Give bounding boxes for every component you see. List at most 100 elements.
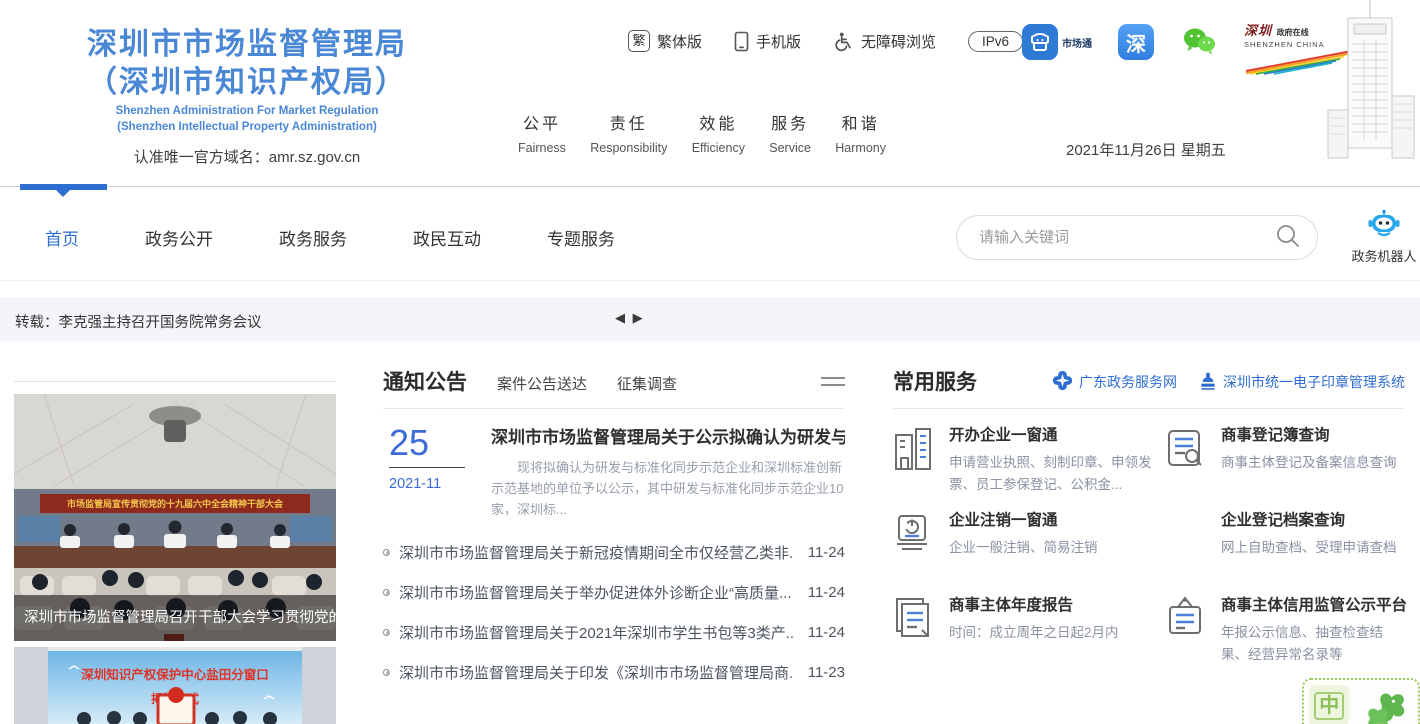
service-text: 开办企业一窗通 申请营业执照、刻制印章、申领发票、员工参保登记、公积金...: [949, 423, 1165, 496]
ticker-headline[interactable]: 转载：李克强主持召开国务院常务会议: [15, 311, 262, 332]
featured-summary: 现将拟确认为研发与标准化同步示范企业和深圳标准创新示范基地的单位予以公示，其中研…: [491, 457, 845, 520]
accessibility-label: 无障碍浏览: [861, 31, 936, 52]
service-deregistration[interactable]: 企业注销一窗通 企业一般注销、简易注销: [893, 508, 1165, 593]
e-seal-system-link[interactable]: 深圳市统一电子印章管理系统: [1199, 371, 1405, 393]
carousel-caption: 深圳市市场监督管理局召开干部大会学习贯彻党的十...: [14, 595, 336, 641]
shichangtong-app-link[interactable]: 市场通: [1022, 24, 1092, 60]
featured-body: 深圳市市场监督管理局关于公示拟确认为研发与标... 现将拟确认为研发与标准化同步…: [491, 423, 845, 520]
mobile-icon: [734, 31, 749, 52]
unveiling-photo-image: 深圳知识产权保护中心盐田分窗口 揭牌仪式: [14, 647, 336, 724]
org-title-line2: （深圳市知识产权局）: [24, 64, 470, 102]
bullet-icon: [383, 629, 390, 636]
ipv6-badge: IPv6: [968, 31, 1023, 52]
clover-leaves-icon: [1353, 685, 1413, 724]
wechat-icon: [1180, 24, 1218, 60]
services-divider: [893, 408, 1405, 409]
notice-list: 深圳市市场监督管理局关于新冠疫情期间全市仅经营乙类非... 11-24 深圳市市…: [383, 532, 845, 692]
shichangtong-app-icon: [1022, 24, 1058, 60]
power-icon: [893, 510, 933, 558]
services-links: 广东政务服务网 深圳市统一电子印章管理系统: [1052, 370, 1405, 396]
nav-items: 首页 政务公开 政务服务 政民互动 专题服务: [45, 225, 615, 250]
notices-tabs: 案件公告送达 征集调查: [497, 373, 677, 396]
traditional-chinese-icon: 繁: [628, 30, 650, 52]
nav-item-gov-services[interactable]: 政务服务: [279, 225, 347, 250]
featured-day: 25: [389, 423, 467, 463]
notice-list-item[interactable]: 深圳市市场监督管理局关于新冠疫情期间全市仅经营乙类非... 11-24: [383, 532, 845, 572]
current-date: 2021年11月26日 星期五: [1066, 139, 1226, 160]
mobile-version-label: 手机版: [756, 31, 801, 52]
nav-item-interaction[interactable]: 政民互动: [413, 225, 481, 250]
nav-item-home[interactable]: 首页: [45, 225, 79, 250]
ticker-prev-icon[interactable]: ◀: [615, 310, 627, 325]
ishenzhen-app-link[interactable]: 深: [1118, 24, 1154, 60]
notice-list-item[interactable]: 深圳市市场监督管理局关于举办促进体外诊断企业“高质量... 11-24: [383, 572, 845, 612]
notices-section: 通知公告 案件公告送达 征集调查 25 2021-11 深圳市市场监督管理局关于…: [383, 366, 845, 692]
org-subtitle-line2: (Shenzhen Intellectual Property Administ…: [24, 120, 470, 134]
flower-icon: [1052, 370, 1073, 394]
zhong-glyph: 中: [1314, 692, 1344, 720]
notice-list-item[interactable]: 深圳市市场监督管理局关于2021年深圳市学生书包等3类产... 11-24: [383, 612, 845, 652]
ipv6-link[interactable]: IPv6: [968, 31, 1023, 52]
service-text: 企业注销一窗通 企业一般注销、简易注销: [949, 508, 1098, 559]
photo-carousel: 市场监管局宣传贯彻党的十九届六中全会精神干部大会: [14, 381, 336, 724]
value-efficiency: 效能 Efficiency: [692, 110, 745, 155]
service-credit-platform[interactable]: 商事主体信用监管公示平台 年报公示信息、抽查检查结果、经营异常名录等: [1165, 593, 1405, 678]
service-open-business[interactable]: 开办企业一窗通 申请营业执照、刻制印章、申领发票、员工参保登记、公积金...: [893, 423, 1165, 508]
gov-robot-link[interactable]: 政务机器人: [1348, 209, 1420, 265]
gov-robot-label: 政务机器人: [1348, 246, 1420, 265]
ticker-controls: ◀ ▶: [615, 310, 645, 326]
papers-icon: [893, 595, 933, 643]
featured-notice[interactable]: 25 2021-11 深圳市市场监督管理局关于公示拟确认为研发与标... 现将拟…: [383, 423, 845, 520]
seal-icon: [1199, 371, 1217, 393]
services-section: 常用服务 广东政务服务网 深圳市统一电子印章管理系统: [893, 366, 1405, 678]
bullet-icon: [383, 549, 390, 556]
nav-active-indicator: [20, 184, 107, 190]
nav-item-special-topics[interactable]: 专题服务: [547, 225, 615, 250]
search-button[interactable]: [1275, 223, 1317, 252]
tab-case-announcements[interactable]: 案件公告送达: [497, 373, 587, 394]
featured-title[interactable]: 深圳市市场监督管理局关于公示拟确认为研发与标...: [491, 423, 845, 448]
services-title: 常用服务: [893, 366, 977, 396]
bullet-icon: [383, 669, 390, 676]
service-text: 商事主体年度报告 时间：成立周年之日起2月内: [949, 593, 1119, 644]
page: 深圳市市场监督管理局 （深圳市知识产权局） Shenzhen Administr…: [0, 0, 1420, 724]
hanging-board-icon: [1165, 595, 1205, 643]
value-service: 服务 Service: [769, 110, 811, 155]
main-navbar: 首页 政务公开 政务服务 政民互动 专题服务 政务机器人: [0, 186, 1420, 281]
mobile-version-link[interactable]: 手机版: [734, 31, 801, 52]
core-values: 公平 Fairness 责任 Responsibility 效能 Efficie…: [518, 110, 886, 155]
value-harmony: 和谐 Harmony: [835, 110, 886, 155]
notices-more-icon[interactable]: [821, 372, 845, 391]
org-subtitle-line1: Shenzhen Administration For Market Regul…: [24, 104, 470, 118]
service-archive-query[interactable]: 企业登记档案查询 网上自助查档、受理申请查档: [1165, 508, 1405, 593]
service-registry-query[interactable]: 商事登记簿查询 商事主体登记及备案信息查询: [1165, 423, 1405, 508]
notice-list-item[interactable]: 深圳市市场监督管理局关于印发《深圳市市场监督管理局商... 11-23: [383, 652, 845, 692]
service-text: 企业登记档案查询 网上自助查档、受理申请查档: [1221, 508, 1397, 559]
notices-title: 通知公告: [383, 366, 467, 396]
site-logo[interactable]: 深圳市市场监督管理局 （深圳市知识产权局） Shenzhen Administr…: [24, 26, 470, 167]
robot-icon: [1367, 226, 1401, 243]
accessibility-link[interactable]: 无障碍浏览: [833, 31, 936, 52]
service-annual-report[interactable]: 商事主体年度报告 时间：成立周年之日起2月内: [893, 593, 1165, 678]
carousel-slide-unveiling[interactable]: 深圳知识产权保护中心盐田分窗口 揭牌仪式: [14, 647, 336, 724]
carousel-slide-conference[interactable]: 市场监管局宣传贯彻党的十九届六中全会精神干部大会: [14, 394, 336, 641]
search-input[interactable]: [957, 229, 1275, 246]
traditional-chinese-link[interactable]: 繁 繁体版: [628, 30, 702, 52]
wechat-link[interactable]: [1180, 24, 1218, 60]
ishenzhen-app-icon: 深: [1118, 24, 1154, 60]
tab-surveys[interactable]: 征集调查: [617, 373, 677, 394]
zhong-tile: 中: [1309, 685, 1349, 724]
site-header: 深圳市市场监督管理局 （深圳市知识产权局） Shenzhen Administr…: [0, 0, 1420, 186]
bullet-icon: [383, 589, 390, 596]
guangdong-gov-service-link[interactable]: 广东政务服务网: [1052, 370, 1177, 394]
value-fairness: 公平 Fairness: [518, 110, 566, 155]
document-search-icon: [1165, 425, 1205, 473]
official-domain-note: 认准唯一官方域名：amr.sz.gov.cn: [24, 146, 470, 167]
value-responsibility: 责任 Responsibility: [590, 110, 667, 155]
services-header: 常用服务 广东政务服务网 深圳市统一电子印章管理系统: [893, 366, 1405, 396]
green-float-widget[interactable]: 中: [1302, 678, 1420, 724]
ticker-next-icon[interactable]: ▶: [633, 310, 645, 325]
nav-item-gov-disclosure[interactable]: 政务公开: [145, 225, 213, 250]
featured-date-rule: [389, 467, 465, 468]
org-title-line1: 深圳市市场监督管理局: [24, 26, 470, 64]
